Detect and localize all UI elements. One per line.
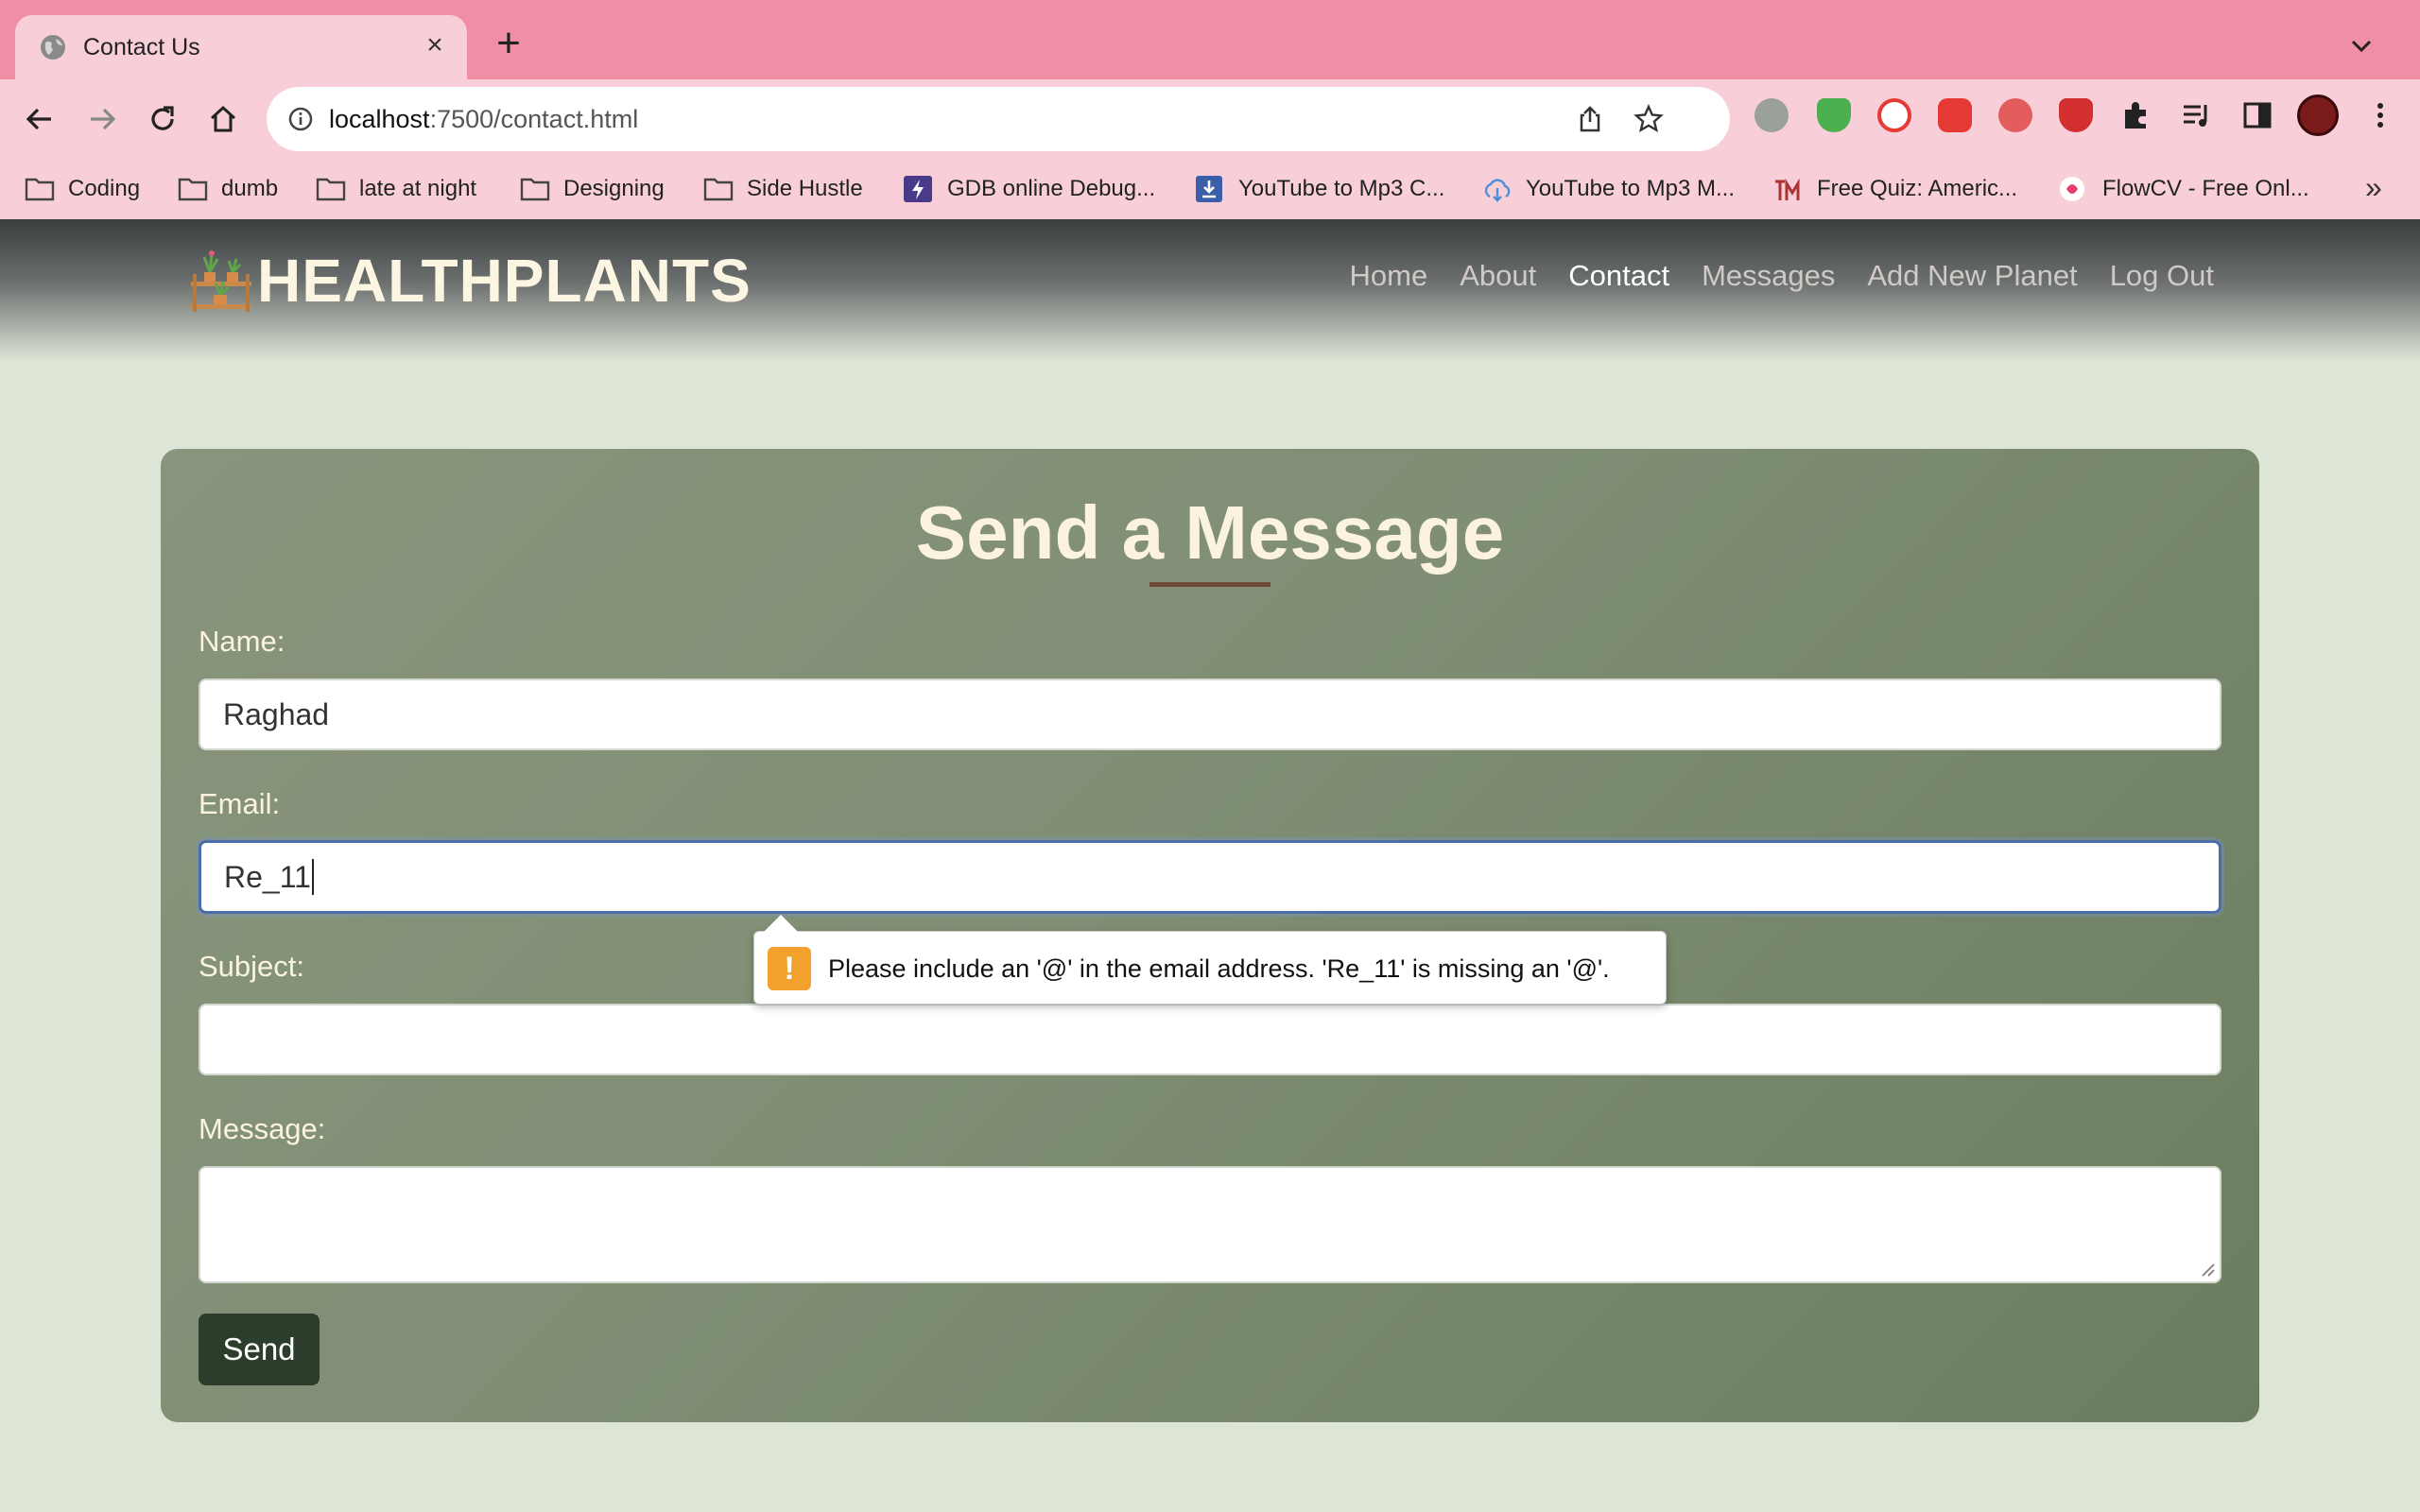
bookmark-star-icon[interactable] <box>1634 104 1664 134</box>
back-icon[interactable] <box>19 98 60 140</box>
side-panel-icon[interactable] <box>2240 98 2274 132</box>
new-tab-icon[interactable]: + <box>490 23 527 64</box>
plant-shelf-logo-icon <box>191 250 251 312</box>
bookmark-late-at-night[interactable]: late at night <box>316 174 476 204</box>
title-underline <box>1150 582 1270 587</box>
bookmark-label: FlowCV - Free Onl... <box>2102 176 2309 201</box>
name-label: Name: <box>199 625 285 658</box>
bookmark-label: late at night <box>359 176 477 201</box>
nav-contact[interactable]: Contact <box>1568 257 1669 295</box>
nav-messages[interactable]: Messages <box>1702 257 1835 295</box>
subject-label: Subject: <box>199 950 305 983</box>
resize-handle-icon[interactable] <box>2199 1261 2216 1278</box>
message-label: Message: <box>199 1112 326 1145</box>
bookmark-label: YouTube to Mp3 M... <box>1526 176 1736 201</box>
tab-strip: Contact Us × + <box>0 0 2420 79</box>
tooltip-arrow <box>764 915 798 932</box>
message-textarea[interactable] <box>199 1166 2221 1283</box>
bookmark-flowcv[interactable]: FlowCV - Free Onl... <box>2059 174 2309 204</box>
download-icon <box>1196 176 1222 202</box>
tab-contact-us[interactable]: Contact Us × <box>15 15 467 79</box>
globe-icon <box>41 35 65 60</box>
play-extension-icon[interactable] <box>1877 98 1911 132</box>
folder-icon <box>316 178 346 201</box>
bookmark-designing[interactable]: Designing <box>520 174 665 204</box>
folder-icon <box>703 178 734 201</box>
nav-log-out[interactable]: Log Out <box>2110 257 2214 295</box>
share-icon[interactable] <box>1575 104 1605 134</box>
bookmark-dumb[interactable]: dumb <box>178 174 278 204</box>
url-path: :7500/contact.html <box>429 105 639 133</box>
folder-icon <box>178 178 208 201</box>
tab-title: Contact Us <box>83 34 200 60</box>
email-input-value: Re_11 <box>224 859 311 894</box>
subject-input[interactable] <box>199 1004 2221 1075</box>
tab-close-icon[interactable]: × <box>420 30 450 60</box>
browser-toolbar: localhost:7500/contact.html <box>0 79 2420 159</box>
bookmark-label: Side Hustle <box>747 176 863 201</box>
bookmark-coding[interactable]: Coding <box>25 174 140 204</box>
nav-about[interactable]: About <box>1460 257 1536 295</box>
nav-home[interactable]: Home <box>1350 257 1428 295</box>
bookmark-gdb-online[interactable]: GDB online Debug... <box>904 174 1155 204</box>
address-bar[interactable]: localhost:7500/contact.html <box>267 87 1730 151</box>
profile-avatar[interactable] <box>2297 94 2339 136</box>
quiz-icon <box>1775 178 1800 200</box>
email-label: Email: <box>199 787 281 820</box>
warning-icon: ! <box>768 947 811 990</box>
bookmarks-bar: Coding dumb late at night Designing Side… <box>0 159 2420 219</box>
validation-message: Please include an '@' in the email addre… <box>828 954 1610 983</box>
send-button[interactable]: Send <box>199 1314 320 1385</box>
bookmark-label: Free Quiz: Americ... <box>1817 176 2018 201</box>
puzzle-extensions-icon[interactable] <box>2119 98 2153 132</box>
main-nav: Home About Contact Messages Add New Plan… <box>1350 257 2214 295</box>
site-header: HEALTHPLANTS Home About Contact Messages… <box>0 219 2420 361</box>
translate-extension-icon[interactable] <box>1754 98 1789 132</box>
shield-check-extension-icon[interactable] <box>1817 98 1851 132</box>
bookmark-youtube-mp3-m[interactable]: YouTube to Mp3 M... <box>1482 174 1735 204</box>
name-input-value: Raghad <box>223 696 330 731</box>
b-extension-icon[interactable] <box>1998 98 2032 132</box>
email-input[interactable]: Re_11 <box>199 840 2221 914</box>
bookmarks-overflow-icon[interactable]: » <box>2365 170 2382 205</box>
chevron-down-icon[interactable] <box>2344 28 2378 62</box>
more-menu-icon[interactable] <box>2363 98 2397 132</box>
media-queue-icon[interactable] <box>2180 98 2214 132</box>
url-host: localhost <box>329 105 430 133</box>
nav-add-new-planet[interactable]: Add New Planet <box>1867 257 2077 295</box>
folder-icon <box>25 178 55 201</box>
bookmark-youtube-mp3-c[interactable]: YouTube to Mp3 C... <box>1195 174 1444 204</box>
home-icon[interactable] <box>202 98 244 140</box>
folder-icon <box>520 178 550 201</box>
bookmark-free-quiz[interactable]: Free Quiz: Americ... <box>1773 174 2017 204</box>
bookmark-label: GDB online Debug... <box>947 176 1156 201</box>
bookmark-label: Coding <box>68 176 141 201</box>
stop-hand-extension-icon[interactable] <box>1938 98 1972 132</box>
site-logo-text[interactable]: HEALTHPLANTS <box>257 248 752 314</box>
shield-x-extension-icon[interactable] <box>2059 98 2093 132</box>
text-caret <box>311 859 314 895</box>
gdb-icon <box>904 176 932 202</box>
forward-icon[interactable] <box>81 98 123 140</box>
bookmark-label: YouTube to Mp3 C... <box>1238 176 1445 201</box>
email-validation-tooltip: ! Please include an '@' in the email add… <box>753 915 1667 1005</box>
flowcv-icon <box>2060 177 2084 201</box>
name-input[interactable]: Raghad <box>199 679 2221 750</box>
cloud-download-icon <box>1484 179 1511 202</box>
bookmark-label: dumb <box>221 176 279 201</box>
url-text[interactable]: localhost:7500/contact.html <box>329 105 638 133</box>
reload-icon[interactable] <box>142 98 183 140</box>
form-title: Send a Message <box>915 490 1505 575</box>
bookmark-side-hustle[interactable]: Side Hustle <box>703 174 863 204</box>
bookmark-label: Designing <box>563 176 665 201</box>
info-icon[interactable] <box>287 106 314 132</box>
